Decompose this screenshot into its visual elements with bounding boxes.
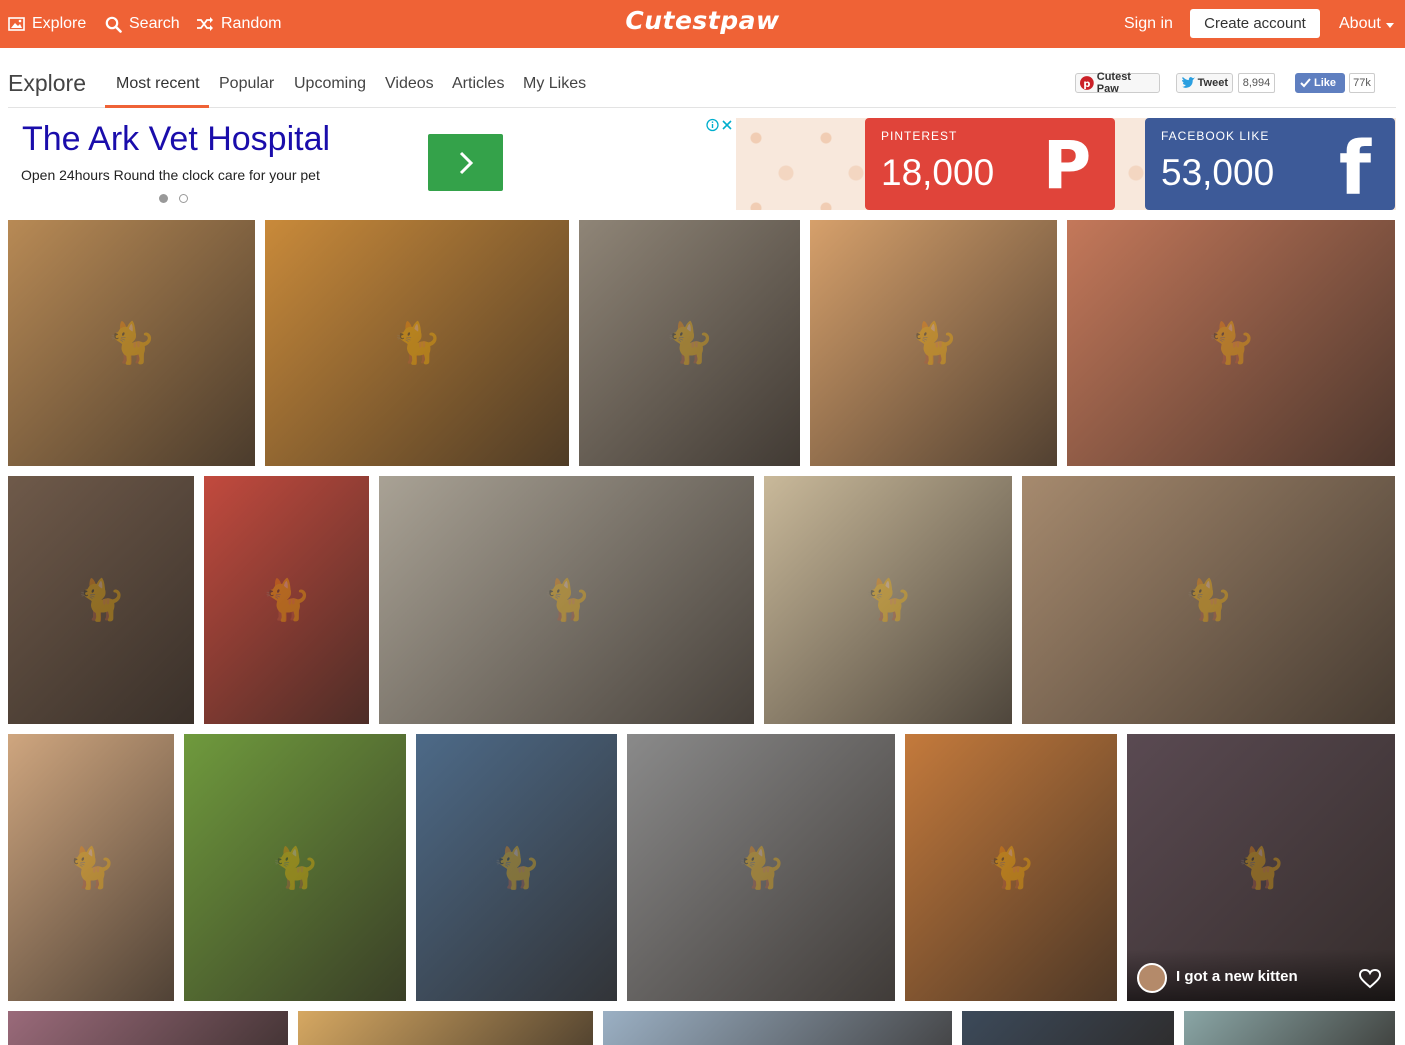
photo-thumbnail[interactable]: 🐈 [8, 476, 194, 724]
nav-search[interactable]: Search [105, 0, 180, 48]
tab-popular[interactable]: Popular [219, 75, 274, 93]
photo-thumbnail[interactable]: 🐈 [184, 734, 406, 1001]
avatar[interactable] [1137, 963, 1167, 993]
cat-photo-icon: 🐈 [76, 578, 126, 623]
photo-thumbnail[interactable]: 🐈 [1022, 476, 1395, 724]
svg-text:P: P [1043, 132, 1091, 198]
photo-caption-overlay: I got a new kitten [1127, 949, 1395, 1001]
shuffle-icon [197, 17, 213, 31]
photo-thumbnail[interactable]: 🐈 I got a new kitten [1127, 734, 1395, 1001]
svg-text:f: f [1339, 132, 1372, 198]
cat-photo-icon: 🐈 [1206, 321, 1256, 366]
photo-thumbnail[interactable]: 🐈 [8, 220, 255, 466]
ad-go-button[interactable] [428, 134, 503, 191]
facebook-like-button[interactable]: Like [1295, 73, 1345, 93]
sub-navigation: Explore Most recent Popular Upcoming Vid… [8, 48, 1396, 108]
svg-text:p: p [1083, 79, 1090, 90]
info-icon [706, 118, 719, 132]
cat-photo-icon: 🐈 [736, 846, 786, 890]
close-icon [722, 120, 732, 130]
search-icon [105, 16, 122, 33]
tweet-button[interactable]: Tweet [1176, 73, 1233, 93]
checkmark-icon [1300, 78, 1311, 88]
tab-my-likes[interactable]: My Likes [523, 75, 586, 93]
advertisement-banner[interactable]: The Ark Vet Hospital Open 24hours Round … [8, 118, 736, 208]
facebook-stat-label: FACEBOOK LIKE [1161, 129, 1270, 143]
facebook-stat-card[interactable]: FACEBOOK LIKE 53,000 f [1145, 118, 1395, 210]
about-menu[interactable]: About [1339, 0, 1394, 48]
caret-down-icon [1385, 22, 1394, 28]
photo-thumbnail[interactable]: 🐈 [379, 476, 754, 724]
pinterest-stat-card[interactable]: PINTEREST 18,000 P [865, 118, 1115, 210]
pinterest-logo-icon: P [1043, 132, 1091, 198]
tweet-count: 8,994 [1238, 73, 1275, 93]
photo-thumbnail[interactable]: 🐈 [627, 734, 895, 1001]
tab-most-recent[interactable]: Most recent [116, 75, 200, 93]
facebook-logo-icon: f [1339, 132, 1372, 198]
facebook-stat-value: 53,000 [1161, 152, 1275, 193]
tweet-label: Tweet [1197, 77, 1228, 89]
about-label: About [1339, 15, 1381, 32]
pinterest-stat-label: PINTEREST [881, 129, 958, 143]
ad-description: Open 24hours Round the clock care for yo… [21, 167, 320, 183]
pinterest-follow-button[interactable]: p Cutest Paw [1075, 71, 1160, 95]
sign-in-link[interactable]: Sign in [1124, 0, 1173, 48]
photo-thumbnail[interactable] [1184, 1011, 1395, 1045]
image-icon [8, 17, 25, 31]
ad-carousel-dot[interactable] [179, 194, 188, 203]
cat-photo-icon: 🐈 [1236, 846, 1286, 890]
cat-photo-icon: 🐈 [541, 578, 592, 623]
tab-videos[interactable]: Videos [385, 75, 434, 93]
create-account-button[interactable]: Create account [1190, 9, 1320, 38]
pinterest-follow-label: Cutest Paw [1096, 71, 1131, 95]
top-navbar: Explore Search Random Cutestpaw Sign in … [0, 0, 1405, 48]
facebook-like-count: 77k [1349, 73, 1375, 93]
cat-photo-icon: 🐈 [863, 578, 913, 623]
ad-carousel-dot-active[interactable] [159, 194, 168, 203]
cat-photo-icon: 🐈 [66, 846, 116, 890]
cat-photo-icon: 🐈 [664, 321, 715, 366]
photo-thumbnail[interactable]: 🐈 [265, 220, 569, 466]
nav-search-label: Search [129, 15, 180, 32]
cat-photo-icon: 🐈 [106, 321, 157, 366]
facebook-like-label: Like [1314, 77, 1337, 89]
tab-upcoming[interactable]: Upcoming [294, 75, 366, 93]
pinterest-icon: p [1080, 76, 1094, 90]
photo-caption[interactable]: I got a new kitten [1176, 968, 1298, 985]
photo-thumbnail[interactable]: 🐈 [764, 476, 1012, 724]
nav-explore-label: Explore [32, 15, 87, 32]
nav-explore[interactable]: Explore [8, 0, 86, 48]
chevron-right-icon [459, 151, 473, 174]
cat-photo-icon: 🐈 [261, 578, 312, 623]
active-tab-indicator [105, 105, 209, 108]
nav-random[interactable]: Random [196, 0, 281, 48]
photo-thumbnail[interactable] [298, 1011, 593, 1045]
photo-thumbnail[interactable] [962, 1011, 1174, 1045]
cat-photo-icon: 🐈 [392, 321, 442, 366]
photo-thumbnail[interactable]: 🐈 [8, 734, 174, 1001]
photo-thumbnail[interactable] [8, 1011, 288, 1045]
heart-icon[interactable] [1359, 969, 1381, 989]
ad-title[interactable]: The Ark Vet Hospital [22, 120, 330, 159]
cat-photo-icon: 🐈 [908, 321, 959, 366]
photo-thumbnail[interactable]: 🐈 [204, 476, 369, 724]
page-title: Explore [8, 70, 86, 96]
photo-thumbnail[interactable]: 🐈 [810, 220, 1057, 466]
photo-thumbnail[interactable]: 🐈 [1067, 220, 1395, 466]
pinterest-stat-value: 18,000 [881, 152, 995, 193]
photo-thumbnail[interactable] [603, 1011, 952, 1045]
cat-photo-icon: 🐈 [986, 846, 1036, 890]
cat-photo-icon: 🐈 [270, 846, 320, 890]
nav-random-label: Random [221, 15, 282, 32]
photo-thumbnail[interactable]: 🐈 [416, 734, 617, 1001]
photo-thumbnail[interactable]: 🐈 [905, 734, 1117, 1001]
adchoices-badge[interactable] [705, 118, 736, 132]
tab-articles[interactable]: Articles [452, 75, 504, 93]
site-logo[interactable]: Cutestpaw [625, 6, 779, 35]
cat-photo-icon: 🐈 [491, 846, 542, 890]
twitter-bird-icon [1181, 77, 1195, 88]
photo-thumbnail[interactable]: 🐈 [579, 220, 800, 466]
cat-photo-icon: 🐈 [1183, 578, 1234, 623]
